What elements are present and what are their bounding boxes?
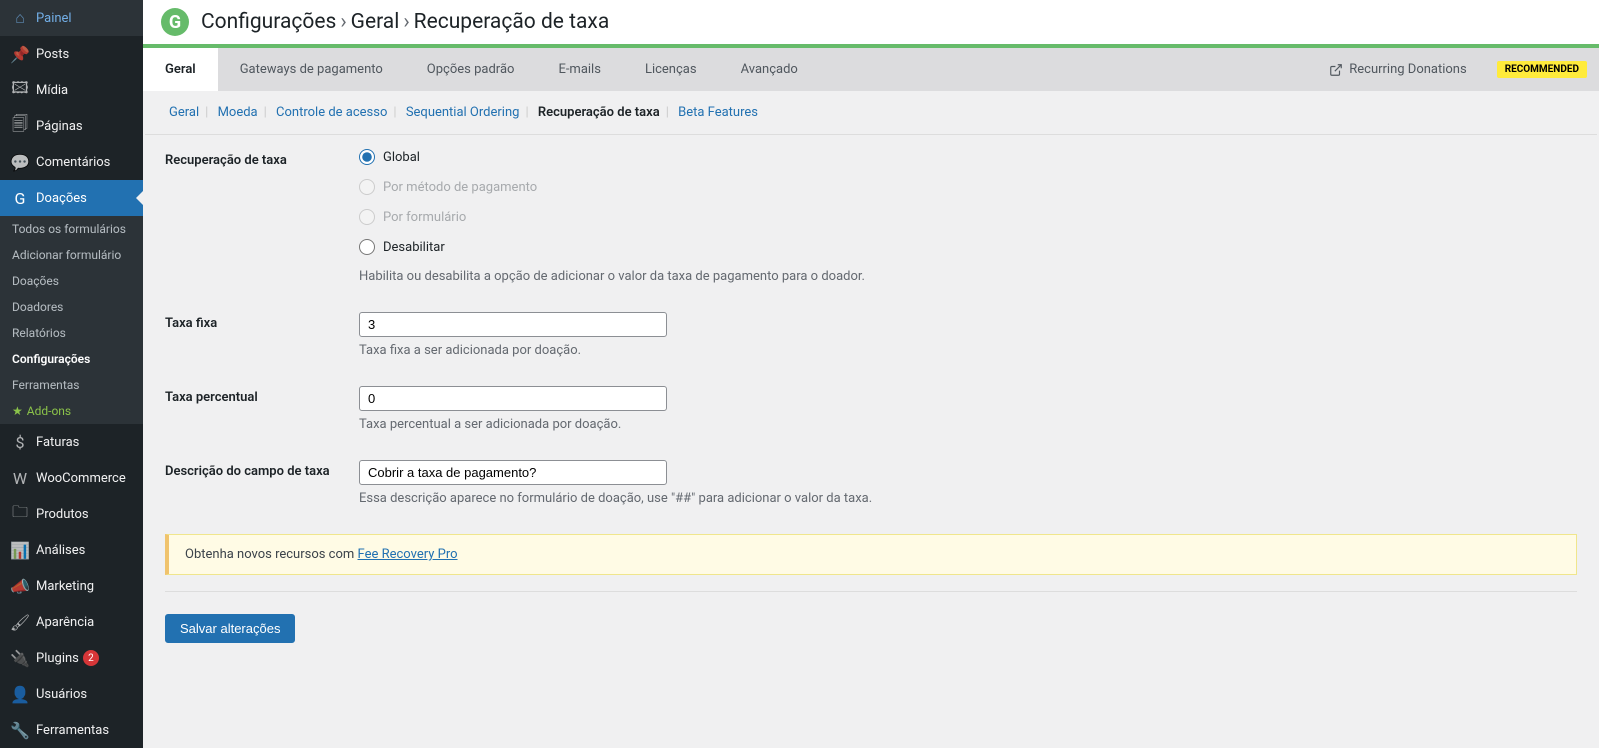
sidebar-item-comentarios[interactable]: 💬Comentários xyxy=(0,144,143,180)
subtab-moeda[interactable]: Moeda xyxy=(216,105,260,120)
sidebar-item-posts[interactable]: 📌Posts xyxy=(0,36,143,72)
main-content: G Configurações›Geral›Recuperação de tax… xyxy=(143,0,1599,748)
radio-per-form[interactable]: Por formulário xyxy=(359,209,1577,225)
help-pct-fee: Taxa percentual a ser adicionada por doa… xyxy=(359,417,1577,432)
tab-advanced[interactable]: Avançado xyxy=(719,48,820,91)
tab-geral[interactable]: Geral xyxy=(143,48,218,91)
subtab-fee-recovery[interactable]: Recuperação de taxa xyxy=(536,105,662,120)
plugins-count-badge: 2 xyxy=(83,650,99,666)
input-pct-fee[interactable] xyxy=(359,386,667,411)
recommended-badge: RECOMMENDED xyxy=(1497,61,1587,78)
tab-defaults[interactable]: Opções padrão xyxy=(405,48,537,91)
sidebar-item-ferramentas[interactable]: 🔧Ferramentas xyxy=(0,712,143,748)
admin-sidebar: ⌂Painel 📌Posts 🖾Mídia 🗐Páginas 💬Comentár… xyxy=(0,0,143,748)
sidebar-item-aparencia[interactable]: 🖌Aparência xyxy=(0,604,143,640)
subtab-geral[interactable]: Geral xyxy=(167,105,201,120)
sidebar-item-marketing[interactable]: 📣Marketing xyxy=(0,568,143,604)
tab-recurring[interactable]: Recurring Donations xyxy=(1307,48,1488,91)
fee-recovery-pro-link[interactable]: Fee Recovery Pro xyxy=(358,547,458,562)
tab-licenses[interactable]: Licenças xyxy=(623,48,719,91)
input-fee-description[interactable] xyxy=(359,460,667,485)
subtab-sequential[interactable]: Sequential Ordering xyxy=(404,105,522,120)
sidebar-item-produtos[interactable]: 🗀Produtos xyxy=(0,496,143,532)
comments-icon: 💬 xyxy=(10,152,30,172)
invoice-icon: $ xyxy=(10,432,30,452)
users-icon: 👤 xyxy=(10,684,30,704)
sidebar-item-analises[interactable]: 📊Análises xyxy=(0,532,143,568)
sidebar-item-plugins[interactable]: 🔌Plugins2 xyxy=(0,640,143,676)
upsell-notice: Obtenha novos recursos com Fee Recovery … xyxy=(165,534,1577,575)
input-fixed-fee[interactable] xyxy=(359,312,667,337)
sidebar-item-usuarios[interactable]: 👤Usuários xyxy=(0,676,143,712)
pin-icon: 📌 xyxy=(10,44,30,64)
plugin-icon: 🔌 xyxy=(10,648,30,668)
label-fixed-fee: Taxa fixa xyxy=(165,312,359,331)
sub-addons[interactable]: Add-ons xyxy=(0,398,143,424)
save-button[interactable]: Salvar alterações xyxy=(165,614,295,643)
tab-gateways[interactable]: Gateways de pagamento xyxy=(218,48,405,91)
page-header: G Configurações›Geral›Recuperação de tax… xyxy=(143,0,1599,44)
sidebar-item-faturas[interactable]: $Faturas xyxy=(0,424,143,460)
external-link-icon xyxy=(1329,63,1343,77)
breadcrumb: Configurações›Geral›Recuperação de taxa xyxy=(201,10,609,34)
products-icon: 🗀 xyxy=(10,504,30,524)
settings-tabs: Geral Gateways de pagamento Opções padrã… xyxy=(143,48,1599,91)
sub-tools[interactable]: Ferramentas xyxy=(0,372,143,398)
label-fee-recovery: Recuperação de taxa xyxy=(165,149,359,168)
analytics-icon: 📊 xyxy=(10,540,30,560)
media-icon: 🖾 xyxy=(10,80,30,100)
sub-donors[interactable]: Doadores xyxy=(0,294,143,320)
sidebar-item-painel[interactable]: ⌂Painel xyxy=(0,0,143,36)
woo-icon: W xyxy=(10,468,30,488)
brush-icon: 🖌 xyxy=(10,612,30,632)
dashboard-icon: ⌂ xyxy=(10,8,30,28)
radio-disable[interactable]: Desabilitar xyxy=(359,239,1577,255)
pages-icon: 🗐 xyxy=(10,116,30,136)
sub-add-form[interactable]: Adicionar formulário xyxy=(0,242,143,268)
megaphone-icon: 📣 xyxy=(10,576,30,596)
label-fee-description: Descrição do campo de taxa xyxy=(165,460,359,479)
sub-all-forms[interactable]: Todos os formulários xyxy=(0,216,143,242)
help-fee-recovery: Habilita ou desabilita a opção de adicio… xyxy=(359,269,1577,284)
sidebar-submenu: Todos os formulários Adicionar formulári… xyxy=(0,216,143,424)
settings-subtabs: Geral| Moeda| Controle de acesso| Sequen… xyxy=(145,91,1597,135)
subtab-acesso[interactable]: Controle de acesso xyxy=(274,105,389,120)
give-icon: G xyxy=(10,188,30,208)
sidebar-item-woocommerce[interactable]: WWooCommerce xyxy=(0,460,143,496)
help-fixed-fee: Taxa fixa a ser adicionada por doação. xyxy=(359,343,1577,358)
sidebar-item-doacoes[interactable]: GDoações xyxy=(0,180,143,216)
radio-global[interactable]: Global xyxy=(359,149,1577,165)
help-fee-description: Essa descrição aparece no formulário de … xyxy=(359,491,1577,506)
sub-donations[interactable]: Doações xyxy=(0,268,143,294)
sub-settings[interactable]: Configurações xyxy=(0,346,143,372)
subtab-beta[interactable]: Beta Features xyxy=(676,105,760,120)
sidebar-item-paginas[interactable]: 🗐Páginas xyxy=(0,108,143,144)
sub-reports[interactable]: Relatórios xyxy=(0,320,143,346)
tab-emails[interactable]: E-mails xyxy=(536,48,623,91)
give-logo-icon: G xyxy=(161,8,189,36)
label-pct-fee: Taxa percentual xyxy=(165,386,359,405)
sidebar-item-midia[interactable]: 🖾Mídia xyxy=(0,72,143,108)
tools-icon: 🔧 xyxy=(10,720,30,740)
radio-per-gateway[interactable]: Por método de pagamento xyxy=(359,179,1577,195)
